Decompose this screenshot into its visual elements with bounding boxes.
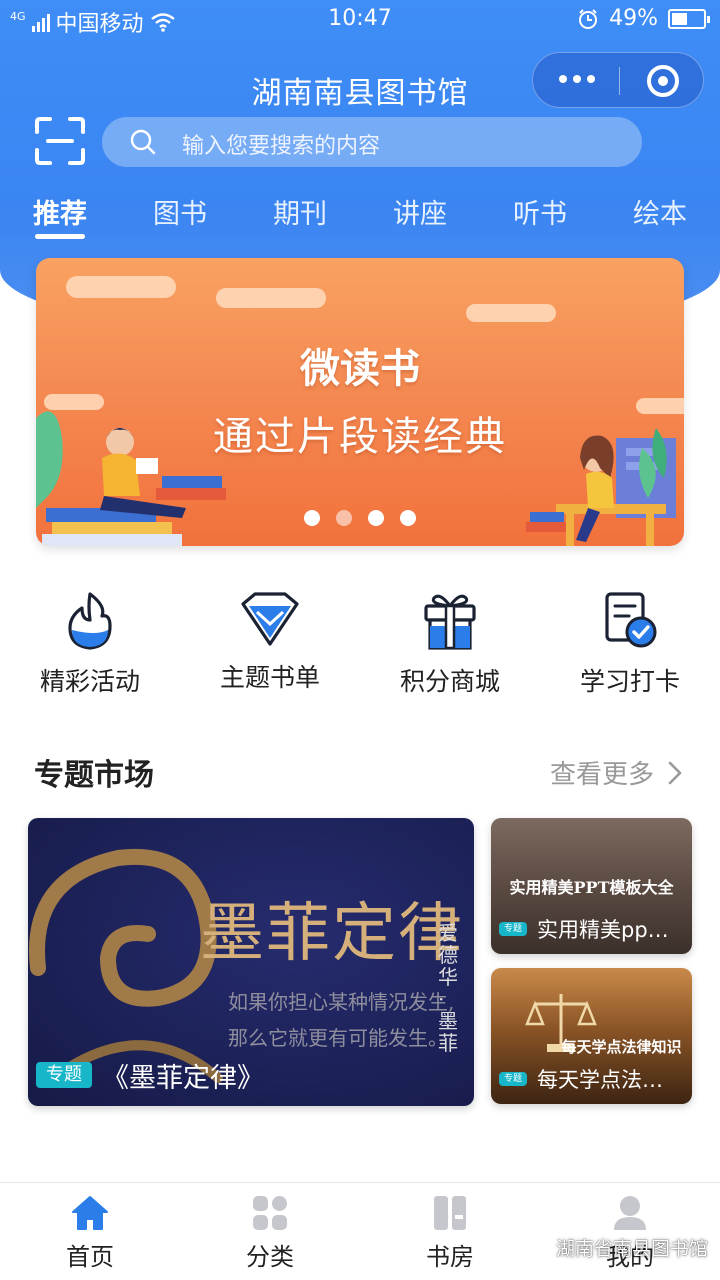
tab-journals[interactable]: 期刊 [255, 192, 345, 231]
scan-icon[interactable] [34, 116, 86, 166]
watermark-text: 湖南省南县图书馆 [556, 1238, 709, 1260]
view-more-link[interactable]: 查看更多 [550, 754, 682, 791]
bottom-nav: 首页 分类 书房 我的 [0, 1182, 720, 1280]
carousel-dot[interactable] [304, 510, 320, 526]
search-placeholder: 输入您要搜索的内容 [182, 134, 381, 159]
quick-item-activities[interactable]: 精彩活动 [0, 590, 180, 698]
nav-item-home[interactable]: 首页 [30, 1195, 150, 1272]
tab-books[interactable]: 图书 [135, 192, 225, 231]
close-target-icon[interactable] [647, 65, 679, 97]
user-icon [614, 1196, 646, 1230]
nav-label: 首页 [66, 1243, 114, 1271]
carousel-dot[interactable] [400, 510, 416, 526]
quick-item-points-mall[interactable]: 积分商城 [360, 590, 540, 698]
diamond-icon [241, 592, 299, 646]
watermark: 湖南省南县图书馆 [526, 1234, 708, 1261]
nav-item-study[interactable]: 书房 [390, 1195, 510, 1272]
nav-label: 分类 [246, 1243, 294, 1271]
flame-icon [68, 592, 112, 650]
topic-caption: 实用精美pp… [537, 918, 669, 942]
topic-card-featured[interactable]: 墨菲定律 如果你担心某种情况发生, 那么它就更有可能发生。 爱德华 · 墨菲 专… [28, 818, 474, 1106]
view-more-label: 查看更多 [549, 760, 654, 790]
tab-recommend[interactable]: 推荐 [15, 192, 105, 231]
capsule-divider [619, 67, 620, 95]
bookshelf-icon [434, 1196, 466, 1230]
topic-tag: 专题 [499, 922, 527, 936]
cloud-decoration [466, 304, 556, 322]
banner-subtitle: 通过片段读经典 [213, 414, 507, 460]
featured-caption: 《墨菲定律》 [102, 1063, 264, 1094]
quick-item-label: 学习打卡 [579, 667, 680, 696]
nav-item-categories[interactable]: 分类 [210, 1195, 330, 1272]
checklist-icon [605, 592, 657, 648]
cloud-decoration [216, 288, 326, 308]
search-input[interactable]: 输入您要搜索的内容 [102, 117, 642, 167]
quick-item-check-in[interactable]: 学习打卡 [540, 590, 720, 698]
battery-fill [672, 12, 687, 25]
chevron-right-icon [668, 761, 682, 784]
nav-label: 书房 [426, 1243, 474, 1271]
topic-tag: 专题 [499, 1072, 527, 1086]
tab-lectures[interactable]: 讲座 [375, 192, 465, 231]
section-title: 专题市场 [34, 758, 154, 793]
topic-art-text: 每天学点法律知识 [561, 1038, 682, 1056]
quick-item-label: 积分商城 [399, 667, 500, 696]
alarm-icon [579, 8, 598, 29]
cloud-decoration [66, 276, 176, 298]
battery-percent: 49% [609, 6, 658, 31]
carousel-dot[interactable] [368, 510, 384, 526]
status-bar: 4G 中国移动 10:47 49% [0, 0, 720, 38]
category-tabs: 推荐 图书 期刊 讲座 听书 绘本 [0, 192, 720, 244]
wechat-icon [526, 1238, 550, 1256]
active-tab-indicator [35, 234, 85, 239]
carousel-dot-active[interactable] [336, 510, 352, 526]
battery-icon [668, 8, 710, 29]
topic-tag: 专题 [36, 1062, 92, 1088]
topic-card-law[interactable]: 每天学点法律知识 专题 每天学点法… [491, 968, 692, 1104]
home-icon [72, 1196, 108, 1230]
search-icon [130, 129, 156, 155]
status-right: 49% [577, 6, 710, 31]
quick-menu: 精彩活动 主题书单 积分商城 学习打卡 [0, 590, 720, 700]
gift-icon [424, 594, 476, 650]
quick-item-label: 精彩活动 [39, 667, 140, 696]
quick-item-label: 主题书单 [219, 663, 320, 692]
topic-card-ppt[interactable]: 实用精美PPT模板大全 专题 实用精美pp… [491, 818, 692, 954]
banner-title: 微读书 [300, 345, 420, 392]
topic-art-text: 实用精美PPT模板大全 [509, 878, 674, 897]
topic-caption: 每天学点法… [537, 1068, 663, 1092]
featured-art-author: 爱德华 · 墨菲 [438, 921, 458, 1055]
banner-carousel[interactable]: 微读书 通过片段读经典 [36, 258, 684, 546]
featured-art-line: 那么它就更有可能发生。 [228, 1026, 448, 1050]
tab-audiobooks[interactable]: 听书 [495, 192, 585, 231]
featured-art-title: 墨菲定律 [200, 897, 464, 971]
more-dots-icon[interactable] [559, 75, 595, 83]
carousel-indicator [304, 510, 416, 526]
quick-item-booklists[interactable]: 主题书单 [180, 590, 360, 694]
grid-icon [253, 1196, 287, 1230]
featured-art-line: 如果你担心某种情况发生, [228, 990, 455, 1014]
mini-program-capsule [532, 52, 704, 108]
tab-picture-books[interactable]: 绘本 [615, 192, 705, 231]
